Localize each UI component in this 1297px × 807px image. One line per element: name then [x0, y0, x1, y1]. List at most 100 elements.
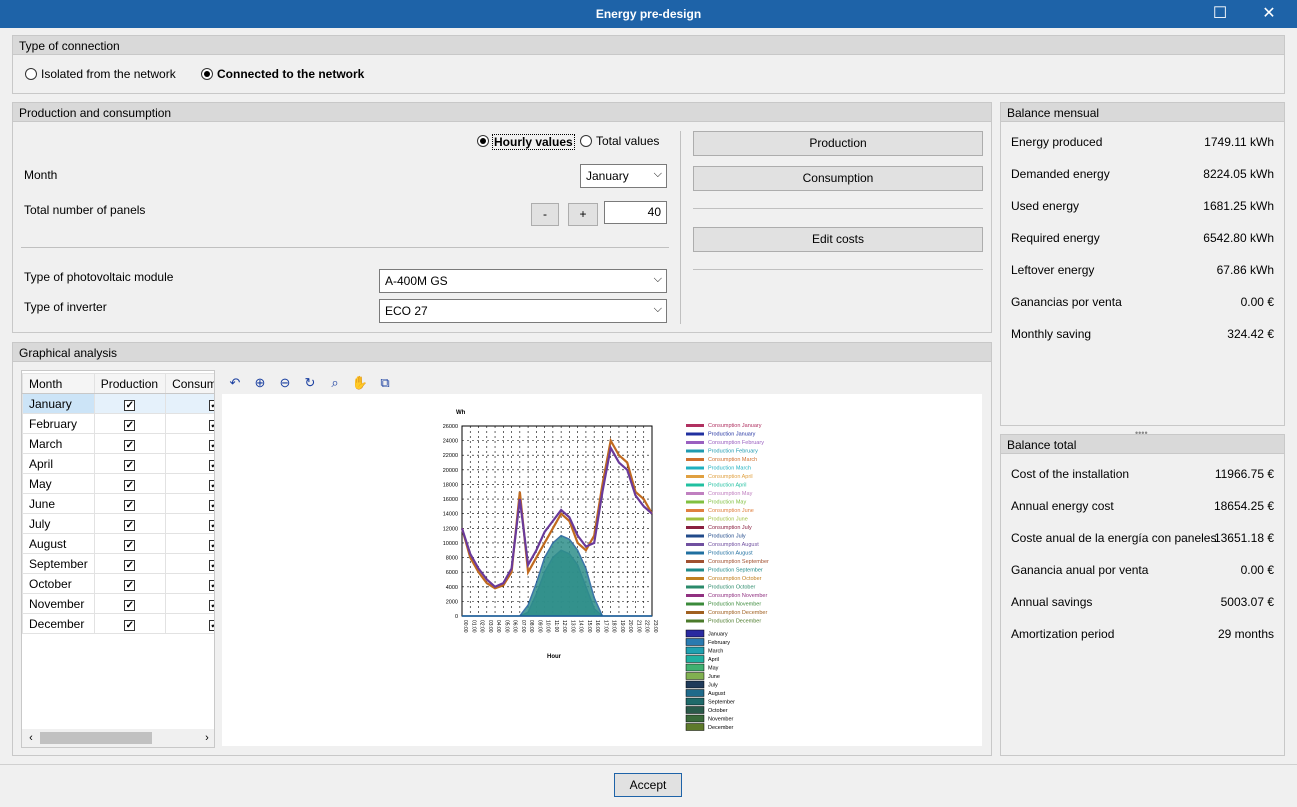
consumption-checkbox[interactable]: ✓	[209, 399, 214, 411]
month-cell[interactable]: August	[22, 533, 95, 554]
month-cell[interactable]: April	[22, 453, 95, 474]
consumption-checkbox-cell[interactable]: ✓	[165, 533, 214, 554]
consumption-checkbox-cell[interactable]: ✓	[165, 473, 214, 494]
hourly-label[interactable]: Hourly values	[492, 134, 575, 150]
table-row[interactable]: August ✓ ✓	[22, 533, 214, 554]
table-row[interactable]: October ✓ ✓	[22, 573, 214, 594]
month-cell[interactable]: January	[22, 393, 95, 414]
month-cell[interactable]: November	[22, 593, 95, 614]
refresh-icon[interactable]: ↻	[301, 374, 319, 392]
scrollbar-thumb[interactable]	[40, 732, 152, 744]
zoom-area-icon[interactable]: ⌕	[326, 374, 344, 392]
scroll-left-icon[interactable]: ‹	[24, 730, 38, 746]
production-checkbox-cell[interactable]: ✓	[93, 573, 167, 594]
production-checkbox[interactable]: ✓	[124, 579, 136, 591]
consumption-checkbox-cell[interactable]: ✓	[165, 493, 214, 514]
panels-input[interactable]: 40	[604, 201, 667, 224]
total-label[interactable]: Total values	[596, 134, 659, 148]
column-header-month[interactable]: Month	[22, 373, 95, 394]
production-checkbox[interactable]: ✓	[124, 559, 136, 571]
table-row[interactable]: May ✓ ✓	[22, 473, 214, 494]
production-checkbox[interactable]: ✓	[124, 419, 136, 431]
table-row[interactable]: September ✓ ✓	[22, 553, 214, 574]
table-row[interactable]: November ✓ ✓	[22, 593, 214, 614]
production-checkbox-cell[interactable]: ✓	[93, 513, 167, 534]
consumption-checkbox-cell[interactable]: ✓	[165, 393, 214, 414]
module-select[interactable]: A-400M GS ⌵	[379, 269, 667, 293]
month-cell[interactable]: October	[22, 573, 95, 594]
consumption-checkbox-cell[interactable]: ✓	[165, 593, 214, 614]
consumption-checkbox[interactable]: ✓	[209, 599, 214, 611]
month-cell[interactable]: February	[22, 413, 95, 434]
consumption-checkbox[interactable]: ✓	[209, 479, 214, 491]
scroll-right-icon[interactable]: ›	[200, 730, 214, 746]
production-checkbox[interactable]: ✓	[124, 479, 136, 491]
production-checkbox[interactable]: ✓	[124, 599, 136, 611]
increase-button[interactable]: +	[568, 203, 598, 226]
consumption-checkbox[interactable]: ✓	[209, 559, 214, 571]
consumption-checkbox-cell[interactable]: ✓	[165, 453, 214, 474]
consumption-checkbox-cell[interactable]: ✓	[165, 553, 214, 574]
isolated-radio[interactable]	[25, 68, 37, 80]
production-checkbox-cell[interactable]: ✓	[93, 493, 167, 514]
zoom-out-icon[interactable]: ⊖	[276, 374, 294, 392]
close-icon[interactable]: ✕	[1246, 0, 1292, 28]
maximize-icon[interactable]: ☐	[1197, 0, 1243, 28]
month-select[interactable]: January ⌵	[580, 164, 667, 188]
consumption-checkbox[interactable]: ✓	[209, 539, 214, 551]
production-checkbox[interactable]: ✓	[124, 459, 136, 471]
total-radio[interactable]	[580, 135, 592, 147]
consumption-checkbox[interactable]: ✓	[209, 619, 214, 631]
production-checkbox-cell[interactable]: ✓	[93, 473, 167, 494]
month-cell[interactable]: September	[22, 553, 95, 574]
accept-button[interactable]: Accept	[614, 773, 682, 797]
consumption-checkbox[interactable]: ✓	[209, 439, 214, 451]
connected-radio[interactable]	[201, 68, 213, 80]
production-checkbox-cell[interactable]: ✓	[93, 593, 167, 614]
production-checkbox-cell[interactable]: ✓	[93, 433, 167, 454]
table-row[interactable]: July ✓ ✓	[22, 513, 214, 534]
table-row[interactable]: April ✓ ✓	[22, 453, 214, 474]
production-checkbox[interactable]: ✓	[124, 619, 136, 631]
table-row[interactable]: June ✓ ✓	[22, 493, 214, 514]
production-checkbox[interactable]: ✓	[124, 499, 136, 511]
zoom-reset-icon[interactable]: ↶	[226, 374, 244, 392]
zoom-in-icon[interactable]: ⊕	[251, 374, 269, 392]
consumption-checkbox[interactable]: ✓	[209, 459, 214, 471]
consumption-checkbox[interactable]: ✓	[209, 499, 214, 511]
column-header-consumption[interactable]: Consum	[165, 373, 214, 394]
edit-costs-button[interactable]: Edit costs	[693, 227, 983, 252]
consumption-button[interactable]: Consumption	[693, 166, 983, 191]
isolated-label[interactable]: Isolated from the network	[41, 67, 176, 81]
month-cell[interactable]: December	[22, 613, 95, 634]
production-checkbox-cell[interactable]: ✓	[93, 533, 167, 554]
table-row[interactable]: January ✓ ✓	[22, 393, 214, 414]
month-cell[interactable]: March	[22, 433, 95, 454]
pan-hand-icon[interactable]: ✋	[351, 374, 369, 392]
consumption-checkbox[interactable]: ✓	[209, 519, 214, 531]
production-checkbox-cell[interactable]: ✓	[93, 393, 167, 414]
consumption-checkbox-cell[interactable]: ✓	[165, 513, 214, 534]
production-checkbox[interactable]: ✓	[124, 519, 136, 531]
connected-label[interactable]: Connected to the network	[217, 67, 364, 81]
export-icon[interactable]: ⧉	[376, 374, 394, 392]
production-checkbox[interactable]: ✓	[124, 399, 136, 411]
production-checkbox-cell[interactable]: ✓	[93, 413, 167, 434]
table-row[interactable]: February ✓ ✓	[22, 413, 214, 434]
consumption-checkbox-cell[interactable]: ✓	[165, 413, 214, 434]
production-button[interactable]: Production	[693, 131, 983, 156]
production-checkbox[interactable]: ✓	[124, 439, 136, 451]
consumption-checkbox-cell[interactable]: ✓	[165, 613, 214, 634]
horizontal-scrollbar[interactable]: ‹ ›	[22, 729, 214, 747]
decrease-button[interactable]: -	[531, 203, 559, 226]
inverter-select[interactable]: ECO 27 ⌵	[379, 299, 667, 323]
table-row[interactable]: December ✓ ✓	[22, 613, 214, 634]
column-header-production[interactable]: Production	[93, 373, 167, 394]
consumption-checkbox[interactable]: ✓	[209, 579, 214, 591]
consumption-checkbox[interactable]: ✓	[209, 419, 214, 431]
hourly-radio[interactable]	[477, 135, 489, 147]
month-cell[interactable]: May	[22, 473, 95, 494]
production-checkbox[interactable]: ✓	[124, 539, 136, 551]
consumption-checkbox-cell[interactable]: ✓	[165, 573, 214, 594]
production-checkbox-cell[interactable]: ✓	[93, 553, 167, 574]
